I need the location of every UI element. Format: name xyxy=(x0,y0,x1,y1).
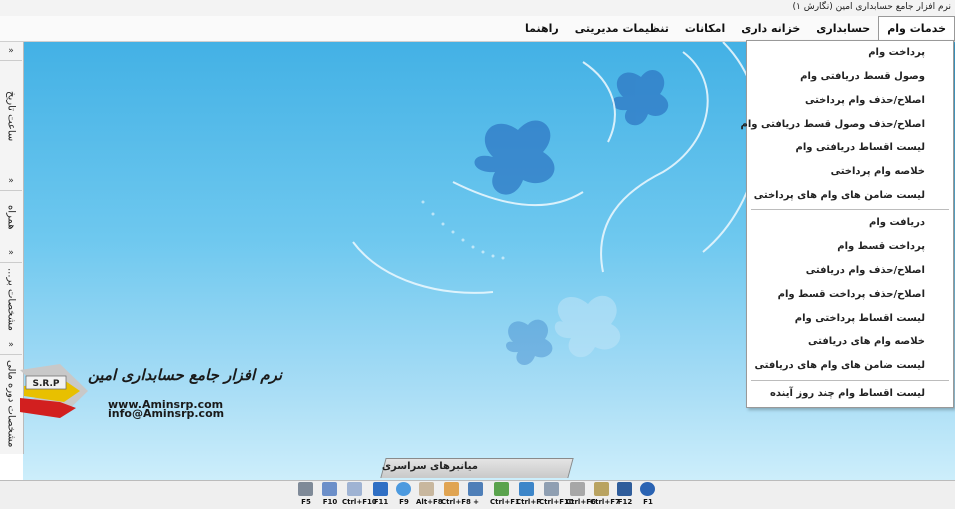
shortcut-notepad[interactable]: Ctrl+F10 xyxy=(342,480,377,508)
side-panel-datetime[interactable]: » ساعت تاریخ xyxy=(0,42,22,172)
money-icon xyxy=(594,482,609,496)
menu-item-collect-installment[interactable]: وصول قسط دریافتی وام xyxy=(800,71,925,82)
expand-arrow-icon[interactable]: » xyxy=(0,172,22,191)
shortcut-key: Ctrl+F8 xyxy=(441,498,471,506)
menu-item-receive-loan[interactable]: دریافت وام xyxy=(869,217,925,228)
shortcut-key: F1 xyxy=(643,498,653,506)
menu-item-received-loans-summary[interactable]: خلاصه وام های دریافتی xyxy=(808,336,925,347)
menu-item-received-installments-list[interactable]: لیست اقساط دریافتی وام xyxy=(796,142,925,153)
window-title: نرم افزار جامع حسابداری امین (نگارش ۱) xyxy=(792,2,951,12)
menu-separator xyxy=(751,209,949,210)
shortcut-screen[interactable]: F12 xyxy=(615,480,635,508)
shortcut-list[interactable]: Ctrl+F10 xyxy=(539,480,574,508)
title-bar: نرم افزار جامع حسابداری امین (نگارش ۱) xyxy=(0,0,955,17)
shortcut-key: F5 xyxy=(301,498,311,506)
menu-item-pay-loan[interactable]: پرداخت وام xyxy=(868,47,925,58)
menu-treasury[interactable]: خزانه داری xyxy=(733,16,808,41)
menu-bar: خدمات وام حسابداری خزانه داری امکانات تن… xyxy=(0,16,955,42)
menu-separator xyxy=(751,380,949,381)
shortcut-search[interactable]: F9 xyxy=(394,480,414,508)
menu-accounting[interactable]: حسابداری xyxy=(808,16,878,41)
pen-icon xyxy=(570,482,585,496)
mail-icon xyxy=(373,482,388,496)
side-panel-label: ساعت تاریخ xyxy=(5,90,17,142)
menu-item-paid-installments-list[interactable]: لیست اقساط پرداختی وام xyxy=(795,313,925,324)
menu-item-paid-loan-guarantors[interactable]: لیست ضامن های وام های پرداختی xyxy=(754,190,925,201)
shortcut-key: Alt+F8 xyxy=(416,498,443,506)
menu-item-upcoming-installments[interactable]: لیست اقساط وام چند روز آینده xyxy=(770,388,925,399)
expand-arrow-icon[interactable]: » xyxy=(0,244,22,263)
notepad-icon xyxy=(347,482,362,496)
loan-services-dropdown: پرداخت وام وصول قسط دریافتی وام اصلاح/حذ… xyxy=(741,40,954,408)
shortcut-key: Ctrl+F10 xyxy=(342,498,377,506)
product-name: نرم افزار جامع حسابداری امین xyxy=(88,366,283,384)
form-icon xyxy=(468,482,483,496)
menu-item-edit-received-loan[interactable]: اصلاح/حذف وام دریافتی xyxy=(806,265,925,276)
side-panel-fiscal-period[interactable]: » مشخصات دوره مالی xyxy=(0,336,22,454)
menu-admin-settings[interactable]: تنظیمات مدیریتی xyxy=(567,16,677,41)
side-panel-label: مشخصات دوره مالی xyxy=(5,360,17,448)
shortcut-network[interactable]: Ctrl+F xyxy=(516,480,541,508)
shortcut-help[interactable]: F1 xyxy=(638,480,658,508)
srp-logo-icon: S.R.P xyxy=(20,364,88,418)
shortcut-report[interactable]: Ctrl+F8 xyxy=(441,480,471,508)
menu-facilities[interactable]: امکانات xyxy=(677,16,733,41)
side-panel-label: همراه xyxy=(5,204,17,230)
shortcut-key: F9 xyxy=(399,498,409,506)
menu-item-paid-loan-summary[interactable]: خلاصه وام پرداختی xyxy=(831,166,925,177)
shortcut-key: Ctrl+F7 xyxy=(590,498,620,506)
side-panel-companion[interactable]: » همراه xyxy=(0,172,22,244)
shortcut-key: Ctrl+F6 xyxy=(566,498,596,506)
menu-loan-services[interactable]: خدمات وام xyxy=(878,16,955,41)
shortcut-key: Ctrl+F10 xyxy=(539,498,574,506)
shortcut-pen[interactable]: Ctrl+F6 xyxy=(566,480,596,508)
shortcut-money[interactable]: Ctrl+F7 xyxy=(590,480,620,508)
shortcut-key: Ctrl+F1 xyxy=(490,498,520,506)
shortcut-calculator[interactable]: F5 xyxy=(296,480,316,508)
expand-arrow-icon[interactable]: » xyxy=(0,42,22,61)
list-icon xyxy=(544,482,559,496)
calculator-icon xyxy=(298,482,313,496)
shortcut-table[interactable]: Ctrl+F1 xyxy=(490,480,520,508)
menu-item-edit-paid-installment[interactable]: اصلاح/حذف پرداخت قسط وام xyxy=(778,289,925,300)
shortcut-cheque[interactable]: Alt+F8 xyxy=(416,480,443,508)
document-icon xyxy=(322,482,337,496)
side-panel-user-info[interactable]: » مشخصات بر... xyxy=(0,244,22,336)
logo-mark: S.R.P xyxy=(32,379,59,389)
side-panel-label: مشخصات بر... xyxy=(5,267,17,331)
contact-email: info@Aminsrp.com xyxy=(108,407,225,420)
shortcut-key: F12 xyxy=(617,498,633,506)
menu-item-edit-collected-installment[interactable]: اصلاح/حذف وصول قسط دریافتی وام xyxy=(741,119,925,130)
global-shortcuts-tab-label: میانبرهای سراسری xyxy=(381,461,478,472)
network-icon xyxy=(519,482,534,496)
shortcut-form[interactable]: + xyxy=(466,480,486,508)
shortcut-key: F10 xyxy=(322,498,338,506)
shortcut-mail[interactable]: F11 xyxy=(371,480,391,508)
cheque-icon xyxy=(419,482,434,496)
shortcut-key: + xyxy=(473,498,479,506)
help-icon xyxy=(640,482,655,496)
menu-help[interactable]: راهنما xyxy=(517,16,567,41)
menu-item-edit-paid-loan[interactable]: اصلاح/حذف وام پرداختی xyxy=(805,95,925,106)
shortcut-document[interactable]: F10 xyxy=(320,480,340,508)
menu-item-pay-installment[interactable]: پرداخت قسط وام xyxy=(837,241,925,252)
shortcut-key: Ctrl+F xyxy=(516,498,541,506)
report-icon xyxy=(444,482,459,496)
shortcut-key: F11 xyxy=(373,498,389,506)
search-icon xyxy=(396,482,411,496)
menu-item-received-loan-guarantors[interactable]: لیست ضامن های وام های دریافتی xyxy=(755,360,925,371)
screen-icon xyxy=(617,482,632,496)
table-icon xyxy=(494,482,509,496)
expand-arrow-icon[interactable]: » xyxy=(0,336,22,355)
